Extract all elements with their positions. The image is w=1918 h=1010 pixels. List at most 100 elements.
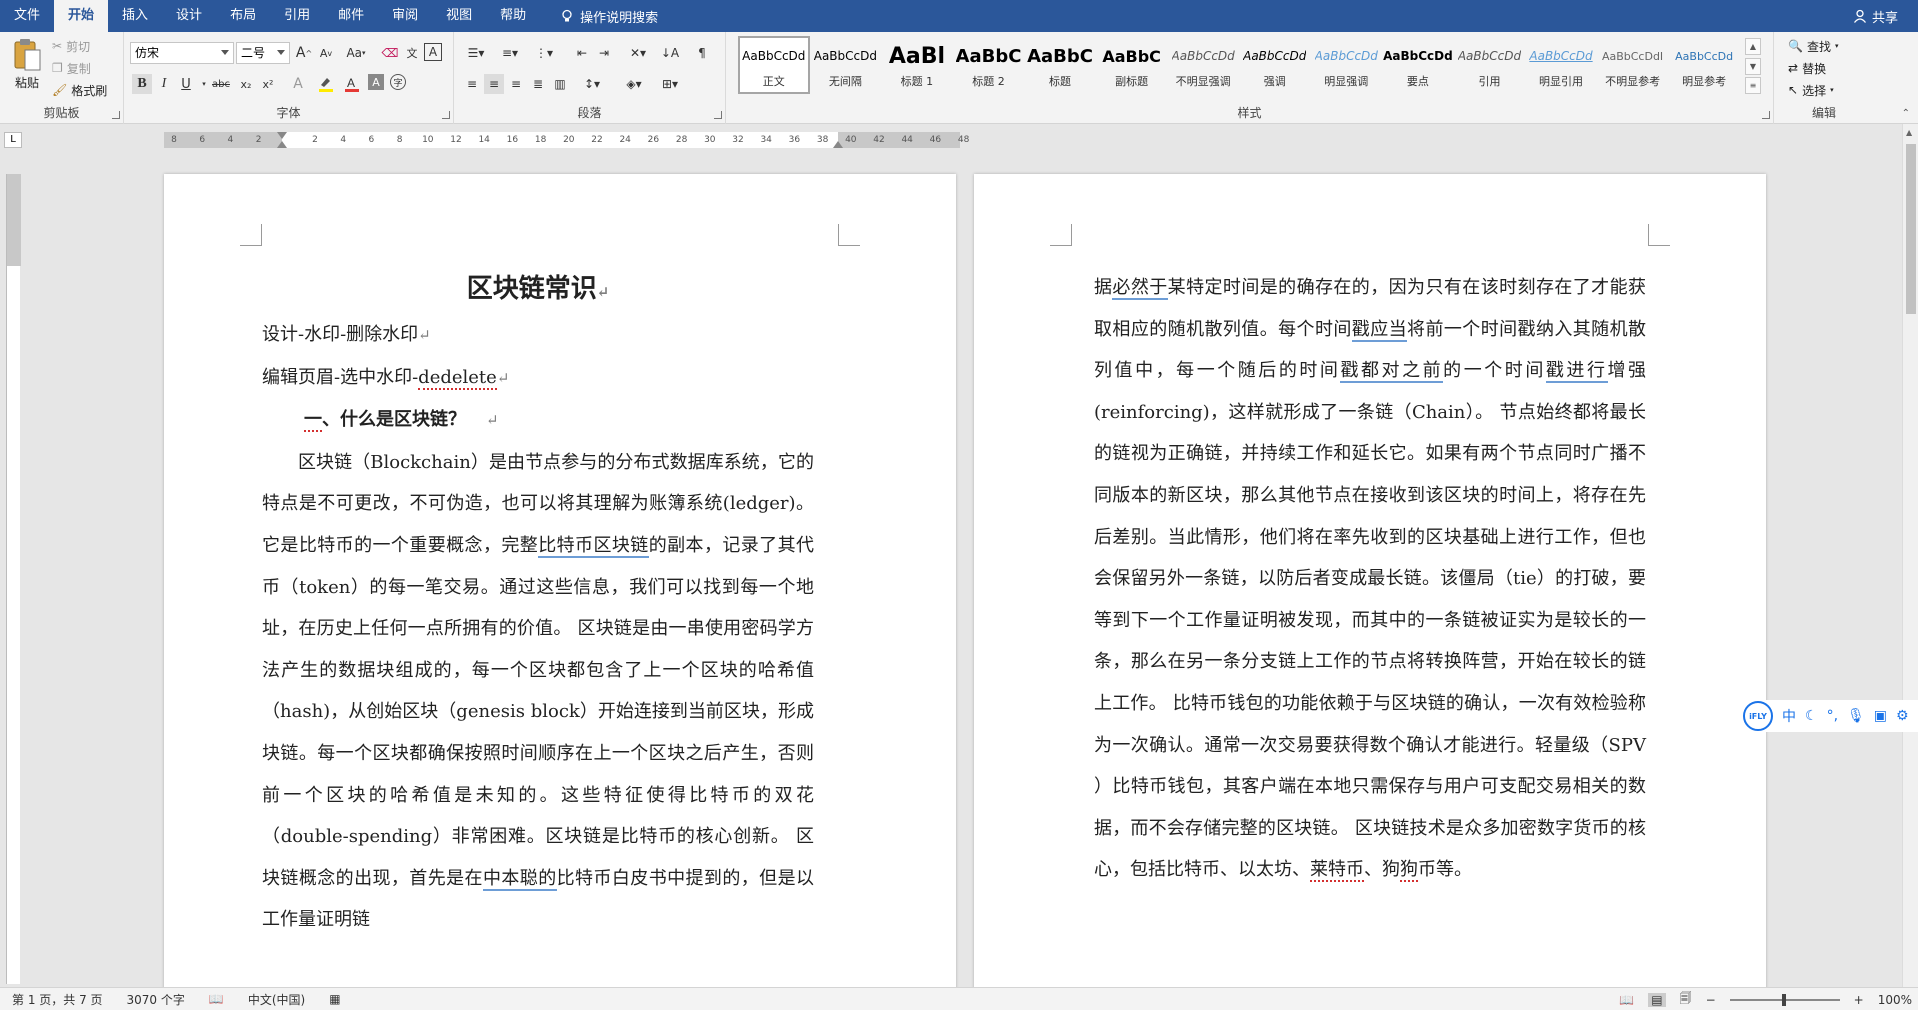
italic-button[interactable]: I bbox=[154, 74, 174, 94]
moon-icon[interactable]: ☾ bbox=[1805, 708, 1818, 724]
chevron-down-icon[interactable]: ▼ bbox=[1745, 57, 1761, 75]
cut-button[interactable]: ✂ 剪切 bbox=[52, 36, 90, 56]
char-shading-icon[interactable]: A bbox=[368, 74, 384, 90]
copy-button[interactable]: ❐ 复制 bbox=[52, 58, 91, 78]
font-size-dropdown[interactable]: 二号 bbox=[236, 42, 290, 64]
tab-references[interactable]: 引用 bbox=[270, 0, 324, 32]
sort-icon[interactable]: ↓A bbox=[660, 43, 680, 63]
chevron-up-icon[interactable]: ▲ bbox=[1906, 128, 1912, 137]
doc-line[interactable]: 设计-水印-删除水印↵ bbox=[262, 314, 814, 357]
read-mode-icon[interactable]: 📖 bbox=[1619, 993, 1634, 1007]
scrollbar-thumb[interactable] bbox=[1906, 144, 1916, 314]
style-normal[interactable]: AaBbCcDd 正文 bbox=[738, 36, 810, 94]
subscript-button[interactable]: x₂ bbox=[236, 74, 256, 94]
right-indent-marker[interactable] bbox=[833, 141, 843, 148]
paragraph-launcher[interactable] bbox=[714, 111, 722, 119]
doc-paragraph[interactable]: 区块链（Blockchain）是由节点参与的分布式数据库系统，它的特点是不可更改… bbox=[262, 442, 814, 941]
font-name-dropdown[interactable]: 仿宋 bbox=[130, 42, 234, 64]
first-line-indent-marker[interactable] bbox=[277, 132, 287, 139]
align-left-icon[interactable]: ≡ bbox=[462, 74, 482, 94]
hanging-indent-marker[interactable] bbox=[277, 141, 287, 148]
punctuation-icon[interactable]: °, bbox=[1827, 708, 1838, 724]
font-launcher[interactable] bbox=[442, 111, 450, 119]
tab-view[interactable]: 视图 bbox=[432, 0, 486, 32]
doc-line[interactable]: 编辑页眉-选中水印-dedelete↵ bbox=[262, 357, 814, 400]
chevron-up-icon[interactable]: ▲ bbox=[1745, 38, 1761, 55]
numbering-icon[interactable]: ≡▾ bbox=[496, 43, 524, 63]
collapse-ribbon-icon[interactable]: ⌃ bbox=[1902, 108, 1910, 119]
chinese-layout-icon[interactable]: ✕▾ bbox=[624, 43, 652, 63]
tab-layout[interactable]: 布局 bbox=[216, 0, 270, 32]
char-border-icon[interactable]: A bbox=[424, 43, 442, 61]
style-subtle-reference[interactable]: AaBbCcDdI 不明显参考 bbox=[1597, 36, 1669, 94]
tab-design[interactable]: 设计 bbox=[162, 0, 216, 32]
doc-paragraph[interactable]: 据必然于某特定时间是的确存在的，因为只有在该时刻存在了才能获取相应的随机散列值。… bbox=[1094, 267, 1646, 891]
style-strong[interactable]: AaBbCcDd 要点 bbox=[1382, 36, 1454, 94]
increase-indent-icon[interactable]: ⇥ bbox=[594, 43, 614, 63]
language-indicator[interactable]: 中文(中国) bbox=[236, 991, 317, 1008]
line-spacing-icon[interactable]: ↕▾ bbox=[578, 74, 606, 94]
phonetic-guide-icon[interactable]: 文 bbox=[402, 43, 422, 63]
change-case-button[interactable]: Aa ▾ bbox=[342, 43, 370, 63]
select-button[interactable]: ↖ 选择 ▾ bbox=[1788, 80, 1834, 100]
ifly-logo[interactable]: iFLY bbox=[1743, 701, 1773, 731]
zoom-level[interactable]: 100% bbox=[1878, 993, 1912, 1007]
clear-format-icon[interactable]: ⌫ bbox=[380, 43, 400, 63]
style-heading-1[interactable]: AaBl 标题 1 bbox=[881, 36, 953, 94]
style-no-spacing[interactable]: AaBbCcDd 无间隔 bbox=[810, 36, 882, 94]
text-effects-icon[interactable]: A bbox=[288, 74, 308, 94]
align-right-icon[interactable]: ≡ bbox=[506, 74, 526, 94]
font-color-icon[interactable]: A bbox=[342, 74, 362, 94]
strikethrough-button[interactable]: abc bbox=[208, 74, 234, 94]
tab-mailings[interactable]: 邮件 bbox=[324, 0, 378, 32]
tab-help[interactable]: 帮助 bbox=[486, 0, 540, 32]
borders-icon[interactable]: ⊞▾ bbox=[656, 74, 684, 94]
style-subtle-emphasis[interactable]: AaBbCcDd 不明显强调 bbox=[1167, 36, 1239, 94]
replace-button[interactable]: ⇄ 替换 bbox=[1788, 58, 1826, 78]
grow-font-button[interactable]: A ^ bbox=[294, 43, 314, 63]
zoom-out-icon[interactable]: − bbox=[1706, 993, 1716, 1007]
format-painter-button[interactable]: 🖌 格式刷 bbox=[52, 80, 107, 100]
vertical-scrollbar[interactable]: ▲ bbox=[1902, 124, 1918, 987]
proofing-icon[interactable]: 📖 bbox=[197, 992, 236, 1006]
tab-insert[interactable]: 插入 bbox=[108, 0, 162, 32]
clipboard-launcher[interactable] bbox=[112, 111, 120, 119]
style-intense-emphasis[interactable]: AaBbCcDd 明显强调 bbox=[1311, 36, 1383, 94]
bold-button[interactable]: B bbox=[132, 74, 152, 94]
style-title[interactable]: AaBbC 标题 bbox=[1024, 36, 1096, 94]
underline-button[interactable]: U bbox=[176, 74, 196, 94]
align-center-icon[interactable]: ≡ bbox=[484, 74, 504, 94]
page-count[interactable]: 第 1 页，共 7 页 bbox=[0, 991, 115, 1008]
word-count[interactable]: 3070 个字 bbox=[115, 991, 197, 1008]
share-button[interactable]: 共享 bbox=[1853, 0, 1898, 32]
show-marks-icon[interactable]: ¶ bbox=[692, 43, 712, 63]
zoom-in-icon[interactable]: + bbox=[1854, 993, 1864, 1007]
tell-me-search[interactable]: 操作说明搜索 bbox=[540, 7, 670, 26]
tab-selector[interactable]: L bbox=[4, 132, 22, 148]
style-subtitle[interactable]: AaBbC 副标题 bbox=[1096, 36, 1168, 94]
print-layout-icon[interactable]: ▤ bbox=[1648, 992, 1666, 1007]
keyboard-icon[interactable]: ▣ bbox=[1874, 708, 1887, 724]
bullets-icon[interactable]: ☰▾ bbox=[462, 43, 490, 63]
style-intense-quote[interactable]: AaBbCcDd 明显引用 bbox=[1525, 36, 1597, 94]
document-area[interactable]: 区块链常识↵ 设计-水印-删除水印↵ 编辑页眉-选中水印-dedelete↵ 一… bbox=[24, 154, 1902, 987]
page-1[interactable]: 区块链常识↵ 设计-水印-删除水印↵ 编辑页眉-选中水印-dedelete↵ 一… bbox=[164, 174, 956, 987]
page-2[interactable]: 据必然于某特定时间是的确存在的，因为只有在该时刻存在了才能获取相应的随机散列值。… bbox=[974, 174, 1766, 987]
zoom-slider[interactable] bbox=[1729, 993, 1840, 1006]
tab-review[interactable]: 审阅 bbox=[378, 0, 432, 32]
gallery-more-icon[interactable]: ≡ bbox=[1745, 77, 1761, 94]
style-heading-2[interactable]: AaBbC 标题 2 bbox=[953, 36, 1025, 94]
enclose-char-icon[interactable]: 字 bbox=[390, 74, 406, 90]
shading-icon[interactable]: ◈▾ bbox=[620, 74, 648, 94]
microphone-icon[interactable]: 🎙 bbox=[1847, 708, 1865, 724]
highlight-icon[interactable] bbox=[316, 74, 336, 94]
distributed-icon[interactable]: ▥ bbox=[550, 74, 570, 94]
style-intense-reference[interactable]: AaBbCcDd 明显参考 bbox=[1668, 36, 1740, 94]
macro-record-icon[interactable]: ▦ bbox=[317, 992, 352, 1006]
style-quote[interactable]: AaBbCcDd 引用 bbox=[1454, 36, 1526, 94]
justify-icon[interactable]: ≣ bbox=[528, 74, 548, 94]
gear-icon[interactable]: ⚙ bbox=[1896, 708, 1909, 724]
style-emphasis[interactable]: AaBbCcDd 强调 bbox=[1239, 36, 1311, 94]
web-layout-icon[interactable]: 🗐 bbox=[1680, 989, 1692, 1010]
tab-file[interactable]: 文件 bbox=[0, 0, 54, 32]
